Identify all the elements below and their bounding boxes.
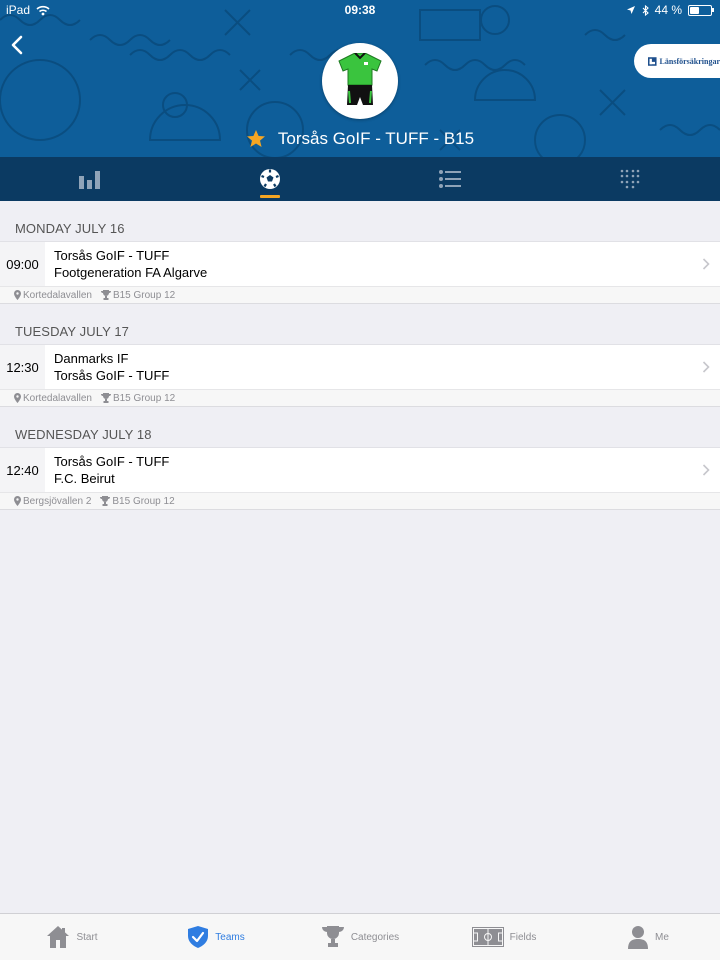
jersey-icon xyxy=(338,53,382,105)
day-header: MONDAY JULY 16 xyxy=(15,221,125,236)
team-tab-bar xyxy=(0,157,720,201)
match-time: 09:00 xyxy=(0,242,45,286)
active-tab-indicator xyxy=(260,195,280,198)
match-row[interactable]: 12:40 Torsås GoIF - TUFF F.C. Beirut xyxy=(0,447,720,492)
battery-icon xyxy=(688,4,712,16)
team-title: Torsås GoIF - TUFF - B15 xyxy=(277,129,475,148)
day-header: WEDNESDAY JULY 18 xyxy=(15,427,152,442)
field-name: Kortedalavallen xyxy=(23,392,92,404)
battery-percentage: 44 % xyxy=(654,3,682,17)
bottom-tab-teams[interactable]: Teams xyxy=(144,914,288,960)
sponsor-banner[interactable]: Länsförsäkringar xyxy=(634,44,720,78)
shield-check-icon xyxy=(188,926,209,948)
bottom-tab-label: Categories xyxy=(350,931,400,943)
bottom-tab-label: Me xyxy=(655,931,669,943)
group-name: B15 Group 12 xyxy=(112,392,176,404)
field-name: Bergsjövallen 2 xyxy=(23,495,92,507)
bottom-tab-bar: Start Teams Categories Fields Me xyxy=(0,913,720,960)
group-name: B15 Group 12 xyxy=(112,495,175,507)
home-team: Torsås GoIF - TUFF xyxy=(54,454,170,469)
match-meta: Kortedalavallen B15 Group 12 xyxy=(0,286,720,304)
match-schedule: MONDAY JULY 16 09:00 Torsås GoIF - TUFF … xyxy=(0,201,720,510)
bottom-tab-label: Start xyxy=(76,931,98,943)
trophy-icon xyxy=(321,926,344,947)
location-arrow-icon xyxy=(626,6,635,14)
day-section: WEDNESDAY JULY 18 12:40 Torsås GoIF - TU… xyxy=(0,407,720,510)
chevron-left-icon xyxy=(11,35,23,55)
chevron-right-icon xyxy=(702,464,710,476)
bluetooth-icon xyxy=(642,4,649,16)
status-bar: iPad 09:38 44 % xyxy=(0,0,720,20)
day-header: TUESDAY JULY 17 xyxy=(15,324,129,339)
day-section: TUESDAY JULY 17 12:30 Danmarks IF Torsås… xyxy=(0,304,720,407)
match-meta: Bergsjövallen 2 B15 Group 12 xyxy=(0,492,720,510)
away-team: Torsås GoIF - TUFF xyxy=(54,368,170,383)
tab-matches[interactable] xyxy=(180,157,360,201)
person-icon xyxy=(628,926,649,949)
bar-chart-icon xyxy=(79,171,100,189)
match-meta: Kortedalavallen B15 Group 12 xyxy=(0,389,720,407)
bottom-tab-label: Teams xyxy=(215,931,245,943)
sponsor-name: Länsförsäkringar xyxy=(659,56,720,66)
home-icon xyxy=(47,926,70,948)
bottom-tab-start[interactable]: Start xyxy=(0,914,144,960)
match-time: 12:30 xyxy=(0,345,45,389)
team-header: iPad 09:38 44 % Länsförsäkringar Torsås … xyxy=(0,0,720,157)
away-team: F.C. Beirut xyxy=(54,471,115,486)
soccer-ball-icon xyxy=(260,169,280,189)
clock: 09:38 xyxy=(344,3,376,17)
tab-list[interactable] xyxy=(360,157,540,201)
sponsor-logo-icon xyxy=(648,56,657,66)
favorite-star-icon[interactable] xyxy=(246,129,266,149)
match-time: 12:40 xyxy=(0,448,45,492)
field-name: Kortedalavallen xyxy=(23,289,92,301)
trophy-icon xyxy=(100,496,111,506)
trophy-icon xyxy=(100,393,111,403)
bottom-tab-categories[interactable]: Categories xyxy=(288,914,432,960)
bottom-tab-fields[interactable]: Fields xyxy=(432,914,576,960)
match-row[interactable]: 12:30 Danmarks IF Torsås GoIF - TUFF xyxy=(0,344,720,389)
trophy-icon xyxy=(100,290,111,300)
location-pin-icon xyxy=(14,290,21,300)
tab-standings[interactable] xyxy=(0,157,180,201)
team-jersey-crest xyxy=(322,43,398,119)
home-team: Torsås GoIF - TUFF xyxy=(54,248,170,263)
back-button[interactable] xyxy=(6,30,28,60)
chevron-right-icon xyxy=(702,258,710,270)
dot-grid-icon xyxy=(620,169,640,189)
away-team: Footgeneration FA Algarve xyxy=(54,265,208,280)
match-row[interactable]: 09:00 Torsås GoIF - TUFF Footgeneration … xyxy=(0,241,720,286)
chevron-right-icon xyxy=(702,361,710,373)
location-pin-icon xyxy=(14,496,21,506)
bottom-tab-me[interactable]: Me xyxy=(576,914,720,960)
day-section: MONDAY JULY 16 09:00 Torsås GoIF - TUFF … xyxy=(0,201,720,304)
bottom-tab-label: Fields xyxy=(509,931,537,943)
tab-bracket[interactable] xyxy=(540,157,720,201)
field-icon xyxy=(471,927,504,947)
list-icon xyxy=(439,170,461,188)
location-pin-icon xyxy=(14,393,21,403)
home-team: Danmarks IF xyxy=(54,351,129,366)
group-name: B15 Group 12 xyxy=(112,289,176,301)
